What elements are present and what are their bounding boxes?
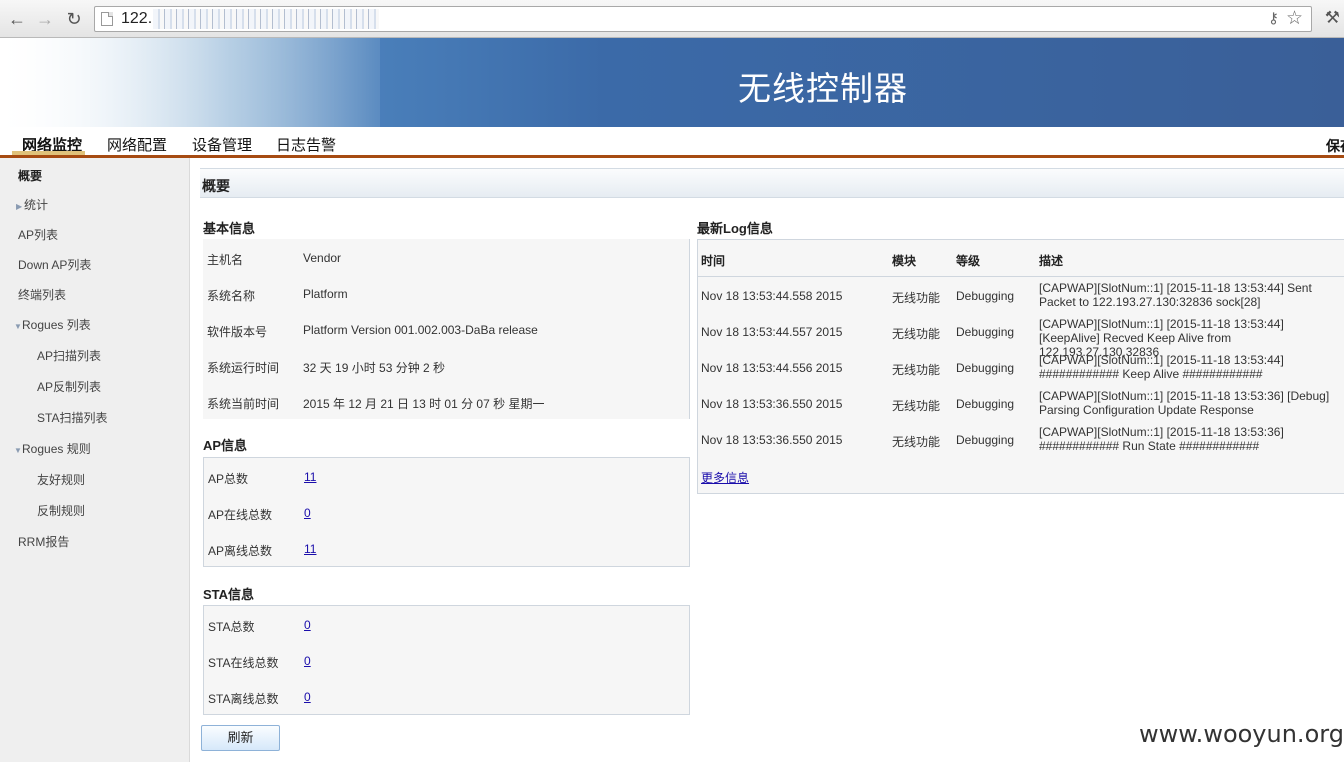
- sta-info-title: STA信息: [203, 587, 255, 602]
- browser-toolbar: ← → ↻ 122. ⚷ ☆ ⚒: [0, 0, 1344, 38]
- sidebar-item-client-list[interactable]: 终端列表: [18, 286, 66, 303]
- sidebar: 概要 ▶ 统计 AP列表 Down AP列表 终端列表 ▼Rogues 列表 AP…: [0, 158, 190, 762]
- info-label: AP总数: [208, 472, 249, 486]
- info-label: AP在线总数: [208, 508, 273, 522]
- log-time: Nov 18 13:53:36.550 2015: [701, 433, 843, 447]
- log-table-header: 时间 模块 等级 描述: [698, 240, 1344, 277]
- sidebar-item-ap-list[interactable]: AP列表: [18, 226, 58, 243]
- sta-offline-link[interactable]: 0: [304, 690, 311, 704]
- info-label: 系统名称: [207, 289, 256, 303]
- log-col-module: 模块: [892, 254, 917, 268]
- log-desc: [CAPWAP][SlotNum::1] [2015-11-18 13:53:3…: [1039, 425, 1284, 453]
- info-value: Platform: [303, 287, 348, 301]
- ap-total-link[interactable]: 11: [304, 470, 316, 484]
- sidebar-item-rogues-rules[interactable]: ▼Rogues 规则: [14, 440, 91, 457]
- reload-icon[interactable]: ↻: [63, 8, 85, 30]
- info-value: 32 天 19 小时 53 分钟 2 秒: [303, 361, 446, 375]
- wrench-icon[interactable]: ⚒: [1325, 8, 1340, 28]
- app-title: 无线控制器: [738, 69, 908, 108]
- chevron-right-icon: ▶: [16, 202, 23, 211]
- log-desc: [CAPWAP][SlotNum::1] [2015-11-18 13:53:4…: [1039, 353, 1284, 381]
- log-time: Nov 18 13:53:44.557 2015: [701, 325, 843, 339]
- sidebar-item-label: 统计: [24, 198, 49, 212]
- log-desc: [CAPWAP][SlotNum::1] [2015-11-18 13:53:3…: [1039, 389, 1330, 417]
- log-col-level: 等级: [956, 254, 981, 268]
- content-header: 概要: [200, 168, 1344, 198]
- sta-online-link[interactable]: 0: [304, 654, 311, 668]
- star-icon[interactable]: ☆: [1286, 7, 1303, 30]
- topnav-log-alarm[interactable]: 日志告警: [276, 134, 336, 155]
- log-desc: [CAPWAP][SlotNum::1] [2015-11-18 13:53:4…: [1039, 281, 1312, 309]
- log-time: Nov 18 13:53:44.556 2015: [701, 361, 843, 375]
- info-value: 2015 年 12 月 21 日 13 时 01 分 07 秒 星期一: [303, 397, 545, 411]
- back-icon[interactable]: ←: [6, 8, 28, 30]
- sidebar-item-label: Rogues 列表: [22, 318, 91, 332]
- sidebar-item-label: Rogues 规则: [22, 442, 91, 456]
- top-nav: 网络监控 网络配置 设备管理 日志告警 保存: [0, 127, 1344, 158]
- topnav-device-management[interactable]: 设备管理: [192, 134, 252, 155]
- topnav-network-config[interactable]: 网络配置: [107, 134, 167, 155]
- log-level: Debugging: [956, 361, 1015, 375]
- ap-info-panel: AP总数 11 AP在线总数 0 AP离线总数 11: [203, 457, 690, 567]
- url-text: 122.: [121, 10, 153, 27]
- info-value: Vendor: [303, 251, 342, 265]
- sidebar-item-ap-counter-list[interactable]: AP反制列表: [37, 378, 101, 395]
- ap-online-link[interactable]: 0: [304, 506, 311, 520]
- info-label: AP离线总数: [208, 544, 273, 558]
- log-module: 无线功能: [892, 291, 941, 305]
- log-level: Debugging: [956, 289, 1015, 303]
- sta-info-panel: STA总数 0 STA在线总数 0 STA离线总数 0: [203, 605, 690, 715]
- basic-info-panel: 主机名 Vendor 系统名称 Platform 软件版本号 Platform …: [203, 239, 690, 419]
- url-redacted: [153, 9, 379, 29]
- log-info-title: 最新Log信息: [697, 221, 773, 236]
- sidebar-item-counter-rules[interactable]: 反制规则: [37, 502, 85, 519]
- sidebar-item-rrm-report[interactable]: RRM报告: [18, 533, 69, 550]
- log-level: Debugging: [956, 325, 1015, 339]
- watermark-text: www.wooyun.org: [1139, 720, 1344, 748]
- chevron-down-icon: ▼: [14, 322, 22, 331]
- log-level: Debugging: [956, 433, 1015, 447]
- info-label: 主机名: [207, 253, 244, 267]
- log-module: 无线功能: [892, 327, 941, 341]
- ap-offline-link[interactable]: 11: [304, 542, 316, 556]
- sidebar-item-stats[interactable]: ▶ 统计: [16, 196, 48, 213]
- sidebar-item-overview[interactable]: 概要: [18, 167, 42, 184]
- basic-info-title: 基本信息: [203, 221, 256, 236]
- active-tab-indicator: [12, 151, 85, 155]
- info-label: STA总数: [208, 620, 255, 634]
- header-banner: 无线控制器: [0, 38, 1344, 127]
- sta-total-link[interactable]: 0: [304, 618, 311, 632]
- more-info-link[interactable]: 更多信息: [701, 469, 749, 486]
- sidebar-item-friendly-rules[interactable]: 友好规则: [37, 471, 85, 488]
- log-module: 无线功能: [892, 363, 941, 377]
- info-label: 系统当前时间: [207, 397, 280, 411]
- sidebar-item-sta-scan-list[interactable]: STA扫描列表: [37, 409, 107, 426]
- info-label: 软件版本号: [207, 325, 268, 339]
- key-icon[interactable]: ⚷: [1268, 9, 1279, 27]
- info-label: STA在线总数: [208, 656, 279, 670]
- forward-icon[interactable]: →: [34, 8, 56, 30]
- log-time: Nov 18 13:53:44.558 2015: [701, 289, 843, 303]
- log-level: Debugging: [956, 397, 1015, 411]
- address-bar[interactable]: 122. ⚷ ☆: [94, 6, 1312, 32]
- sidebar-item-ap-scan-list[interactable]: AP扫描列表: [37, 347, 101, 364]
- refresh-button[interactable]: 刷新: [201, 725, 280, 751]
- log-time: Nov 18 13:53:36.550 2015: [701, 397, 843, 411]
- log-col-desc: 描述: [1039, 254, 1064, 268]
- page-title: 概要: [202, 178, 230, 194]
- topnav-save[interactable]: 保存: [1326, 136, 1344, 156]
- banner-logo-area: [0, 38, 380, 127]
- chevron-down-icon: ▼: [14, 446, 22, 455]
- sidebar-item-down-ap-list[interactable]: Down AP列表: [18, 256, 91, 273]
- page-icon: [101, 12, 113, 26]
- info-label: 系统运行时间: [207, 361, 280, 375]
- log-panel: 时间 模块 等级 描述 Nov 18 13:53:44.558 2015 无线功…: [697, 239, 1344, 494]
- log-col-time: 时间: [701, 254, 726, 268]
- sidebar-item-rogues-list[interactable]: ▼Rogues 列表: [14, 316, 91, 333]
- log-module: 无线功能: [892, 399, 941, 413]
- info-value: Platform Version 001.002.003-DaBa releas…: [303, 323, 538, 337]
- ap-info-title: AP信息: [203, 438, 248, 453]
- info-label: STA离线总数: [208, 692, 279, 706]
- log-module: 无线功能: [892, 435, 941, 449]
